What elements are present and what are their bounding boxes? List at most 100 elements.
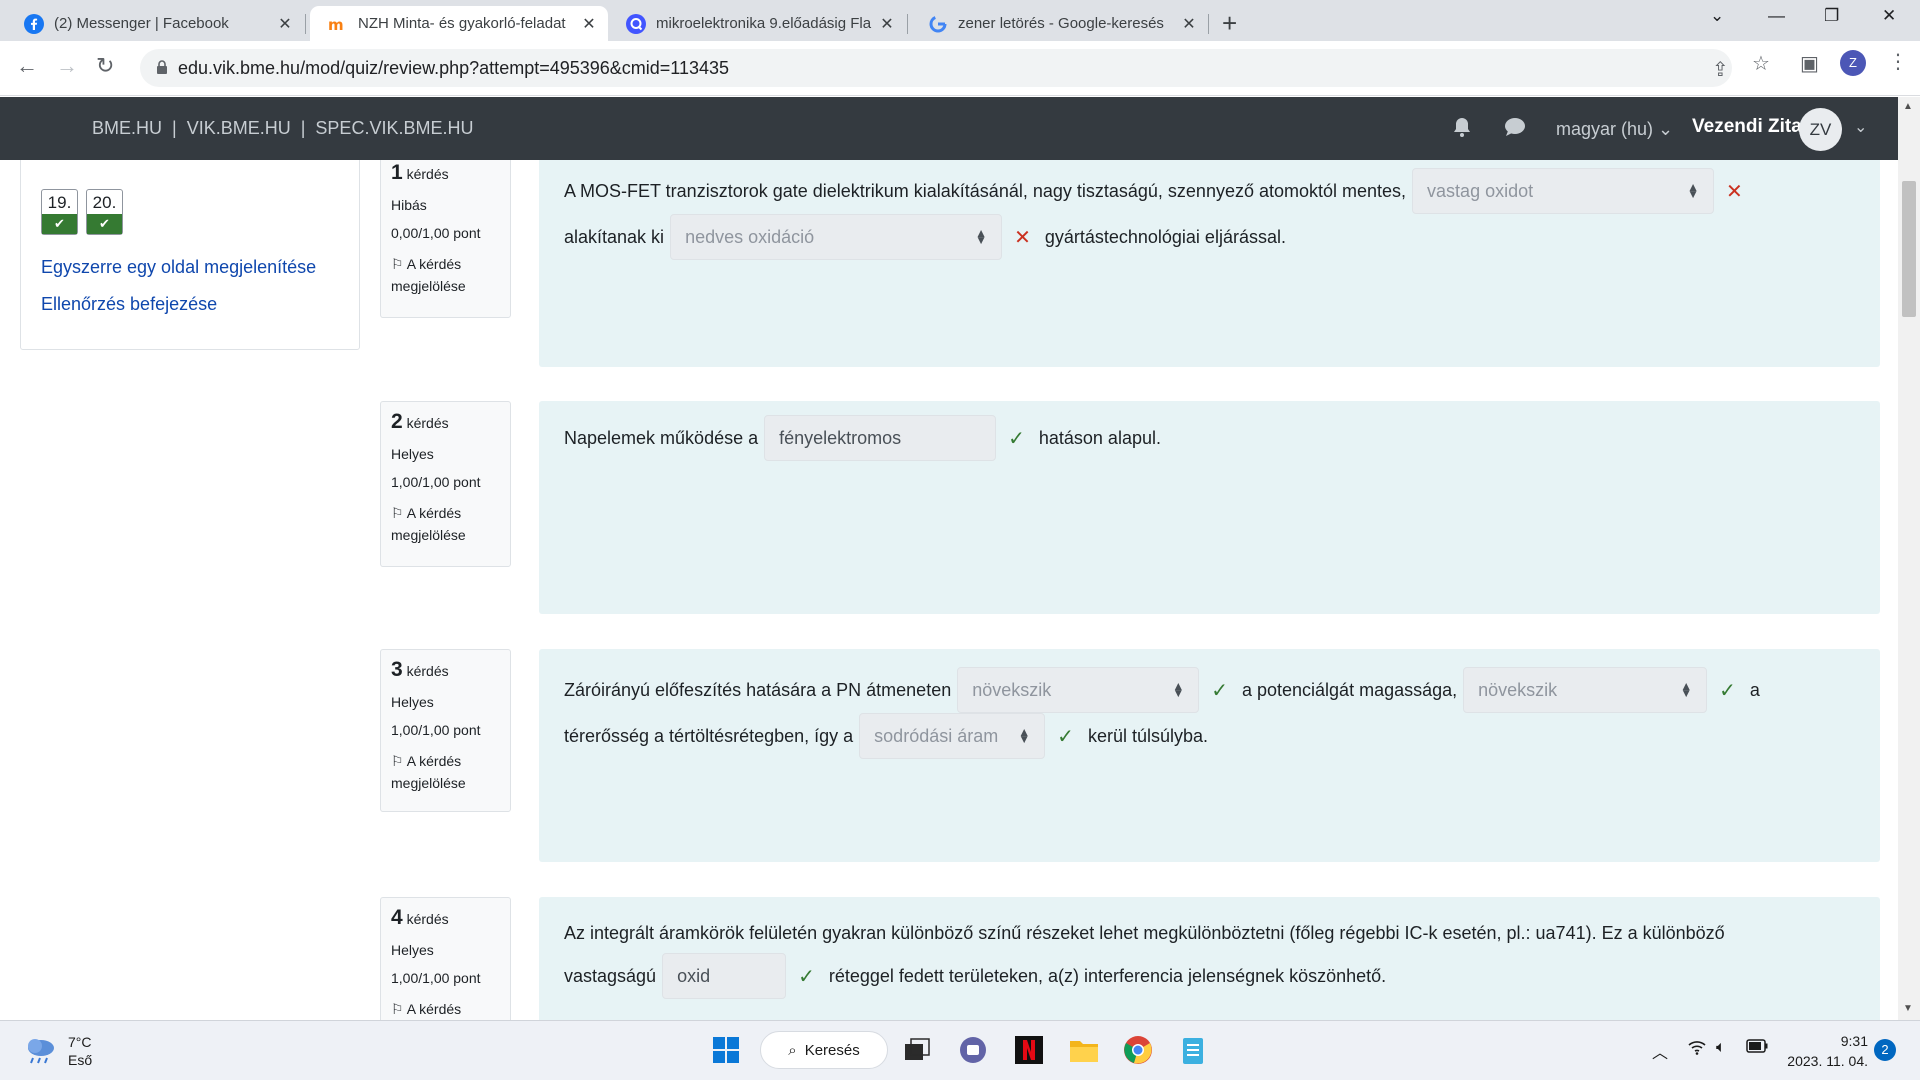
windows-start-icon[interactable]: [709, 1033, 743, 1067]
scrollbar-thumb[interactable]: [1902, 181, 1916, 317]
notepad-icon[interactable]: [1176, 1033, 1210, 1067]
back-arrow-icon[interactable]: ←: [16, 53, 38, 79]
question-line: térerősség a tértöltésrétegben, így a so…: [564, 713, 1855, 759]
tab-google-search[interactable]: zener letörés - Google-keresés ✕: [910, 6, 1208, 41]
question-info-1: 1 kérdés Hibás 0,00/1,00 pont ⚐ A kérdés…: [380, 160, 511, 318]
question-text: a potenciálgát magassága,: [1241, 679, 1458, 700]
new-tab-icon[interactable]: +: [1222, 8, 1237, 39]
tab-title: zener letörés - Google-keresés: [958, 15, 1164, 32]
question-text: kerül túlsúlyba.: [1087, 725, 1208, 746]
user-name[interactable]: Vezendi Zita: [1692, 116, 1802, 138]
question-content-4: Az integrált áramkörök felületén gyakran…: [539, 897, 1880, 1020]
nav-link-vik[interactable]: VIK.BME.HU: [187, 118, 291, 139]
select-arrows-icon: ▲ ▼: [1687, 180, 1700, 201]
close-tab-icon[interactable]: ✕: [276, 14, 294, 34]
answer-select[interactable]: sodródási áram ▲ ▼: [859, 713, 1046, 759]
tab-search-chevron-icon[interactable]: ⌄: [1710, 6, 1724, 26]
question-content-1: A MOS-FET tranzisztorok gate dielektriku…: [539, 160, 1880, 367]
quiz-nav-button-19[interactable]: 19. ✔: [41, 189, 78, 235]
chevron-up-icon[interactable]: ︿: [1652, 1039, 1668, 1063]
reload-icon[interactable]: ↻: [96, 53, 114, 79]
tab-title: mikroelektronika 9.előadásig Fla: [656, 15, 872, 32]
question-number-label: kérdés: [406, 663, 449, 679]
close-tab-icon[interactable]: ✕: [580, 14, 598, 34]
side-panel-icon[interactable]: ▣: [1800, 51, 1819, 76]
check-icon: ✓: [1008, 427, 1025, 450]
flag-question-link[interactable]: ⚐ A kérdés megjelölése: [391, 750, 500, 794]
chevron-down-icon[interactable]: ⌄: [1854, 117, 1867, 137]
tab-divider: [305, 14, 306, 34]
teams-chat-icon[interactable]: [956, 1033, 990, 1067]
volume-icon[interactable]: 🔈︎: [1716, 1039, 1726, 1057]
clock-date: 2023. 11. 04.: [1787, 1053, 1868, 1069]
battery-icon[interactable]: [1746, 1039, 1768, 1058]
forward-arrow-icon[interactable]: →: [56, 53, 78, 79]
tab-nzh-quiz[interactable]: m NZH Minta- és gyakorló-feladat ✕: [310, 6, 608, 41]
page-scrollbar[interactable]: ▲ ▼: [1898, 97, 1920, 1020]
netflix-icon[interactable]: [1012, 1033, 1046, 1067]
address-bar[interactable]: edu.vik.bme.hu/mod/quiz/review.php?attem…: [140, 49, 1732, 87]
restore-icon[interactable]: ❐: [1824, 6, 1839, 26]
page-content: ✔✔●● 19. ✔ 20. ✔ Egyszerre egy oldal meg…: [0, 160, 1898, 1020]
browser-menu-icon[interactable]: ⋮: [1888, 49, 1908, 74]
close-tab-icon[interactable]: ✕: [878, 14, 896, 34]
select-arrows-icon: ▲ ▼: [1018, 725, 1031, 746]
weather-temperature: 7°C: [68, 1034, 92, 1050]
tab-divider: [907, 14, 908, 34]
question-text: vastagságú: [564, 965, 657, 986]
flag-question-link[interactable]: ⚐ A kérdés megjelölése: [391, 253, 500, 297]
browser-tab-strip: (2) Messenger | Facebook ✕ m NZH Minta- …: [0, 0, 1920, 41]
answer-input[interactable]: fényelektromos: [764, 415, 997, 461]
weather-widget[interactable]: 7°C Eső: [24, 1033, 92, 1069]
close-tab-icon[interactable]: ✕: [1180, 14, 1198, 34]
answer-input[interactable]: oxid: [662, 953, 787, 999]
weather-text: 7°C Eső: [68, 1033, 92, 1069]
select-arrows-icon: ▲ ▼: [1172, 679, 1185, 700]
flag-question-link[interactable]: ⚐ A kérdés megjelölése: [391, 502, 500, 546]
tab-messenger[interactable]: (2) Messenger | Facebook ✕: [6, 6, 304, 41]
nav-link-spec[interactable]: SPEC.VIK.BME.HU: [315, 118, 473, 139]
question-text: Az integrált áramkörök felületén gyakran…: [564, 922, 1725, 943]
clock-time: 9:31: [1840, 1033, 1868, 1049]
system-clock[interactable]: 9:31 2023. 11. 04.: [1782, 1031, 1868, 1071]
user-avatar[interactable]: ZV: [1799, 108, 1842, 151]
site-navbar: BME.HU | VIK.BME.HU | SPEC.VIK.BME.HU ma…: [0, 97, 1898, 160]
question-status: Hibás: [391, 197, 427, 213]
question-info-4: 4 kérdés Helyes 1,00/1,00 pont ⚐ A kérdé…: [380, 897, 511, 1020]
chrome-icon[interactable]: [1121, 1033, 1155, 1067]
tab-title: NZH Minta- és gyakorló-feladat: [358, 15, 566, 32]
nav-link-bme[interactable]: BME.HU: [92, 118, 162, 139]
minimize-icon[interactable]: —: [1768, 6, 1785, 26]
language-label: magyar (hu): [1556, 119, 1654, 139]
check-icon: ✓: [1057, 725, 1074, 748]
file-explorer-icon[interactable]: [1067, 1033, 1101, 1067]
scroll-down-icon[interactable]: ▼: [1903, 1003, 1913, 1014]
show-one-page-link[interactable]: Egyszerre egy oldal megjelenítése: [41, 257, 316, 278]
question-content-3: Záróirányú előfeszítés hatására a PN átm…: [539, 649, 1880, 862]
task-view-icon[interactable]: [900, 1033, 934, 1067]
bell-icon[interactable]: [1452, 116, 1472, 144]
wifi-icon[interactable]: [1688, 1039, 1706, 1060]
search-icon: ⌕: [788, 1041, 797, 1059]
profile-avatar[interactable]: Z: [1840, 50, 1866, 76]
notification-badge[interactable]: 2: [1874, 1039, 1896, 1061]
answer-select[interactable]: növekszik ▲ ▼: [957, 667, 1200, 713]
taskbar-search[interactable]: ⌕ Keresés: [760, 1031, 888, 1069]
flag-question-link[interactable]: ⚐ A kérdés: [391, 998, 500, 1020]
share-icon[interactable]: ⇪: [1712, 57, 1729, 82]
tab-quizlet[interactable]: mikroelektronika 9.előadásig Fla ✕: [608, 6, 906, 41]
bookmark-star-icon[interactable]: ☆: [1752, 51, 1770, 76]
language-menu[interactable]: magyar (hu) ⌄: [1556, 119, 1673, 140]
messages-icon[interactable]: [1504, 116, 1526, 144]
answer-select[interactable]: nedves oxidáció ▲ ▼: [670, 214, 1003, 260]
answer-select[interactable]: vastag oxidot ▲ ▼: [1412, 168, 1715, 214]
check-icon: ✔: [87, 214, 122, 234]
finish-review-link[interactable]: Ellenőrzés befejezése: [41, 294, 217, 315]
close-window-icon[interactable]: ✕: [1882, 6, 1896, 26]
answer-select[interactable]: növekszik ▲ ▼: [1463, 667, 1708, 713]
scroll-up-icon[interactable]: ▲: [1903, 101, 1913, 112]
quiz-nav-button-20[interactable]: 20. ✔: [86, 189, 123, 235]
question-text: a: [1749, 679, 1760, 700]
question-text: gyártástechnológiai eljárással.: [1044, 226, 1286, 247]
question-text: Napelemek működése a: [564, 427, 759, 448]
